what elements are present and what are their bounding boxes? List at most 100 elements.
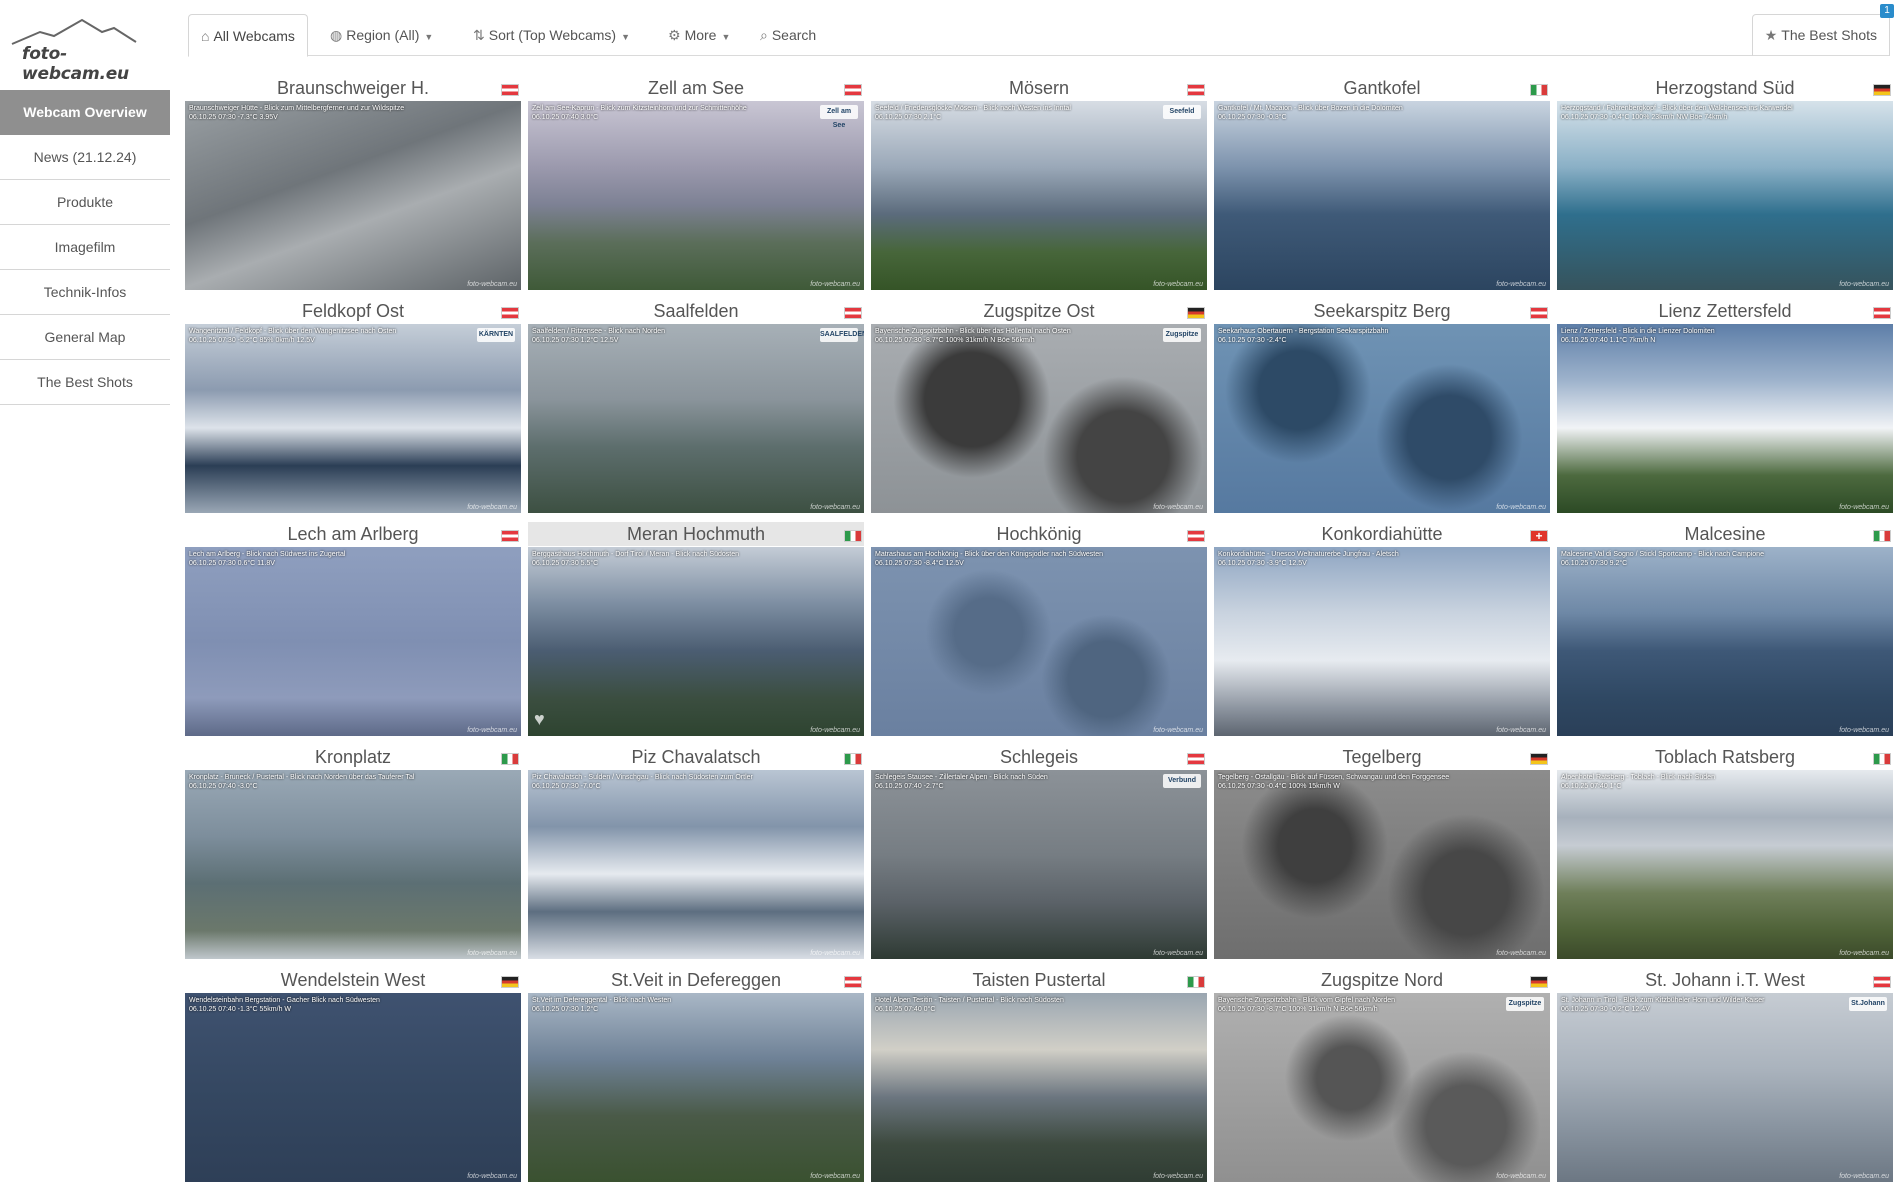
webcam-image[interactable]: Piz Chavalatsch - Sulden / Vinschgau - B… <box>528 770 864 959</box>
webcam-image[interactable]: Seefeld / Friedensglocke Mösern - Blick … <box>871 101 1207 290</box>
webcam-title[interactable]: Malcesine <box>1557 522 1893 546</box>
webcam-title[interactable]: Seekarspitz Berg <box>1214 299 1550 323</box>
webcam-title[interactable]: Schlegeis <box>871 745 1207 769</box>
webcam-card[interactable]: Mösern Seefeld / Friedensglocke Mösern - … <box>871 76 1207 290</box>
webcam-image[interactable]: Kronplatz - Bruneck / Pustertal - Blick … <box>185 770 521 959</box>
webcam-title[interactable]: Kronplatz <box>185 745 521 769</box>
webcam-card[interactable]: Malcesine Malcesine Val di Sogno / Stickl… <box>1557 522 1893 736</box>
sidebar-item-technik-infos[interactable]: Technik-Infos <box>0 270 170 315</box>
webcam-caption-location: Gantkofel / Mt. Macaion - Blick über Boz… <box>1218 105 1403 112</box>
sidebar-item-general-map[interactable]: General Map <box>0 315 170 360</box>
webcam-card[interactable]: Saalfelden Saalfelden / Ritzensee - Blick… <box>528 299 864 513</box>
webcam-title[interactable]: Toblach Ratsberg <box>1557 745 1893 769</box>
webcam-card[interactable]: Taisten Pustertal Hotel Alpen Tesitin - T… <box>871 968 1207 1182</box>
webcam-title[interactable]: Wendelstein West <box>185 968 521 992</box>
webcam-title[interactable]: Zugspitze Nord <box>1214 968 1550 992</box>
webcam-card[interactable]: Feldkopf Ost Wangenitztal / Feldkopf - Bl… <box>185 299 521 513</box>
webcam-image[interactable]: Herzogstand / Fahrenbergkopf - Blick übe… <box>1557 101 1893 290</box>
watermark: foto-webcam.eu <box>1153 281 1203 288</box>
webcam-caption-location: Lienz / Zettersfeld - Blick in die Lienz… <box>1561 328 1715 335</box>
webcam-card[interactable]: Zell am See Zell am See-Kaprun - Blick zu… <box>528 76 864 290</box>
webcam-image[interactable]: Braunschweiger Hütte - Blick zum Mittelb… <box>185 101 521 290</box>
best-shots-button[interactable]: ★ The Best Shots <box>1751 14 1890 56</box>
webcam-card[interactable]: Lech am Arlberg Lech am Arlberg - Blick n… <box>185 522 521 736</box>
corner-badge[interactable]: 1 <box>1880 4 1894 18</box>
webcam-caption-stats: 06.10.25 07:30 -5.2°C 85% 0km/h 12.5V <box>189 337 315 344</box>
webcam-title[interactable]: Piz Chavalatsch <box>528 745 864 769</box>
sidebar-item-produkte[interactable]: Produkte <box>0 180 170 225</box>
webcam-image[interactable]: Saalfelden / Ritzensee - Blick nach Nord… <box>528 324 864 513</box>
favorite-heart-icon[interactable]: ♥ <box>534 709 545 730</box>
webcam-caption-stats: 06.10.25 07:30 1.2°C 12.5V <box>532 337 619 344</box>
webcam-caption-stats: 06.10.25 07:30 -0.4°C 100% 23km/h NW Böe… <box>1561 114 1728 121</box>
webcam-title[interactable]: Konkordiahütte <box>1214 522 1550 546</box>
webcam-title[interactable]: Zugspitze Ost <box>871 299 1207 323</box>
webcam-card[interactable]: Tegelberg Tegelberg - Ostallgäu - Blick a… <box>1214 745 1550 959</box>
webcam-card[interactable]: Meran Hochmuth Berggasthaus Hochmuth - Do… <box>528 522 864 736</box>
webcam-image[interactable]: Hotel Alpen Tesitin - Taisten / Pusterta… <box>871 993 1207 1182</box>
webcam-image[interactable]: Zell am See-Kaprun - Blick zum Kitzstein… <box>528 101 864 290</box>
partner-logo: Verbund <box>1163 774 1201 788</box>
webcam-card[interactable]: Gantkofel Gantkofel / Mt. Macaion - Blick… <box>1214 76 1550 290</box>
webcam-image[interactable]: Matrashaus am Hochkönig - Blick über den… <box>871 547 1207 736</box>
webcam-image[interactable]: Konkordiahütte - Unesco Weltnaturerbe Ju… <box>1214 547 1550 736</box>
webcam-card[interactable]: Herzogstand Süd Herzogstand / Fahrenbergk… <box>1557 76 1893 290</box>
webcam-title[interactable]: Gantkofel <box>1214 76 1550 100</box>
webcam-card[interactable]: Seekarspitz Berg Seekarhaus Obertauern - … <box>1214 299 1550 513</box>
webcam-title[interactable]: Feldkopf Ost <box>185 299 521 323</box>
webcam-card[interactable]: St.Veit in Defereggen St.Veit im Deferegg… <box>528 968 864 1182</box>
sidebar-item-news[interactable]: News (21.12.24) <box>0 135 170 180</box>
webcam-card[interactable]: Kronplatz Kronplatz - Bruneck / Pustertal… <box>185 745 521 959</box>
webcam-image[interactable]: Wendelsteinbahn Bergstation - Gacher Bli… <box>185 993 521 1182</box>
sidebar-item-best-shots[interactable]: The Best Shots <box>0 360 170 405</box>
webcam-image[interactable]: Gantkofel / Mt. Macaion - Blick über Boz… <box>1214 101 1550 290</box>
sidebar-item-imagefilm[interactable]: Imagefilm <box>0 225 170 270</box>
webcam-image[interactable]: Bayerische Zugspitzbahn - Blick vom Gipf… <box>1214 993 1550 1182</box>
webcam-card[interactable]: Toblach Ratsberg Alpenhotel Ratsberg - To… <box>1557 745 1893 959</box>
webcam-card[interactable]: Schlegeis Schlegeis Stausee - Zillertaler… <box>871 745 1207 959</box>
tab-all-webcams[interactable]: ⌂ All Webcams <box>188 14 308 57</box>
webcam-image[interactable]: Wangenitztal / Feldkopf - Blick über den… <box>185 324 521 513</box>
webcam-image[interactable]: Alpenhotel Ratsberg - Toblach - Blick na… <box>1557 770 1893 959</box>
webcam-image[interactable]: Schlegeis Stausee - Zillertaler Alpen - … <box>871 770 1207 959</box>
webcam-title[interactable]: Lienz Zettersfeld <box>1557 299 1893 323</box>
webcam-image[interactable]: Lech am Arlberg - Blick nach Südwest ins… <box>185 547 521 736</box>
sidebar-item-webcam-overview[interactable]: Webcam Overview <box>0 90 170 135</box>
webcam-caption: Matrashaus am Hochkönig - Blick über den… <box>875 550 1103 568</box>
webcam-card[interactable]: Braunschweiger H. Braunschweiger Hütte - … <box>185 76 521 290</box>
webcam-image[interactable]: Seekarhaus Obertauern - Bergstation Seek… <box>1214 324 1550 513</box>
sort-dropdown[interactable]: ⇅ Sort (Top Webcams) ▼ <box>461 14 642 56</box>
webcam-title[interactable]: Tegelberg <box>1214 745 1550 769</box>
webcam-title[interactable]: Taisten Pustertal <box>871 968 1207 992</box>
webcam-title[interactable]: Hochkönig <box>871 522 1207 546</box>
webcam-card[interactable]: Lienz Zettersfeld Lienz / Zettersfeld - B… <box>1557 299 1893 513</box>
more-label: More <box>684 27 717 43</box>
region-dropdown[interactable]: ◍ Region (All) ▼ <box>318 14 445 56</box>
webcam-card[interactable]: Zugspitze Ost Bayerische Zugspitzbahn - B… <box>871 299 1207 513</box>
webcam-title[interactable]: Braunschweiger H. <box>185 76 521 100</box>
webcam-card[interactable]: Konkordiahütte Konkordiahütte - Unesco We… <box>1214 522 1550 736</box>
webcam-title[interactable]: Zell am See <box>528 76 864 100</box>
webcam-image[interactable]: St. Johann in Tirol - Blick zum Kitzbühe… <box>1557 993 1893 1182</box>
webcam-card[interactable]: Piz Chavalatsch Piz Chavalatsch - Sulden … <box>528 745 864 959</box>
webcam-image[interactable]: St.Veit im Defereggental - Blick nach We… <box>528 993 864 1182</box>
webcam-title[interactable]: Saalfelden <box>528 299 864 323</box>
webcam-image[interactable]: Tegelberg - Ostallgäu - Blick auf Füssen… <box>1214 770 1550 959</box>
search-button[interactable]: ⌕ Search <box>748 14 828 56</box>
webcam-card[interactable]: Hochkönig Matrashaus am Hochkönig - Blick… <box>871 522 1207 736</box>
webcam-title[interactable]: St. Johann i.T. West <box>1557 968 1893 992</box>
webcam-image[interactable]: Berggasthaus Hochmuth - Dorf Tirol / Mer… <box>528 547 864 736</box>
webcam-title[interactable]: Mösern <box>871 76 1207 100</box>
webcam-title[interactable]: Herzogstand Süd <box>1557 76 1893 100</box>
webcam-title[interactable]: Lech am Arlberg <box>185 522 521 546</box>
webcam-card[interactable]: St. Johann i.T. West St. Johann in Tirol … <box>1557 968 1893 1182</box>
site-logo[interactable]: foto-webcam.eu <box>8 18 168 84</box>
webcam-card[interactable]: Wendelstein West Wendelsteinbahn Bergstat… <box>185 968 521 1182</box>
webcam-title[interactable]: Meran Hochmuth <box>528 522 864 546</box>
more-dropdown[interactable]: ⚙ More ▼ <box>656 14 742 56</box>
webcam-card[interactable]: Zugspitze Nord Bayerische Zugspitzbahn - … <box>1214 968 1550 1182</box>
webcam-image[interactable]: Lienz / Zettersfeld - Blick in die Lienz… <box>1557 324 1893 513</box>
webcam-title[interactable]: St.Veit in Defereggen <box>528 968 864 992</box>
webcam-image[interactable]: Malcesine Val di Sogno / Stickl Sportcam… <box>1557 547 1893 736</box>
webcam-image[interactable]: Bayerische Zugspitzbahn - Blick über das… <box>871 324 1207 513</box>
